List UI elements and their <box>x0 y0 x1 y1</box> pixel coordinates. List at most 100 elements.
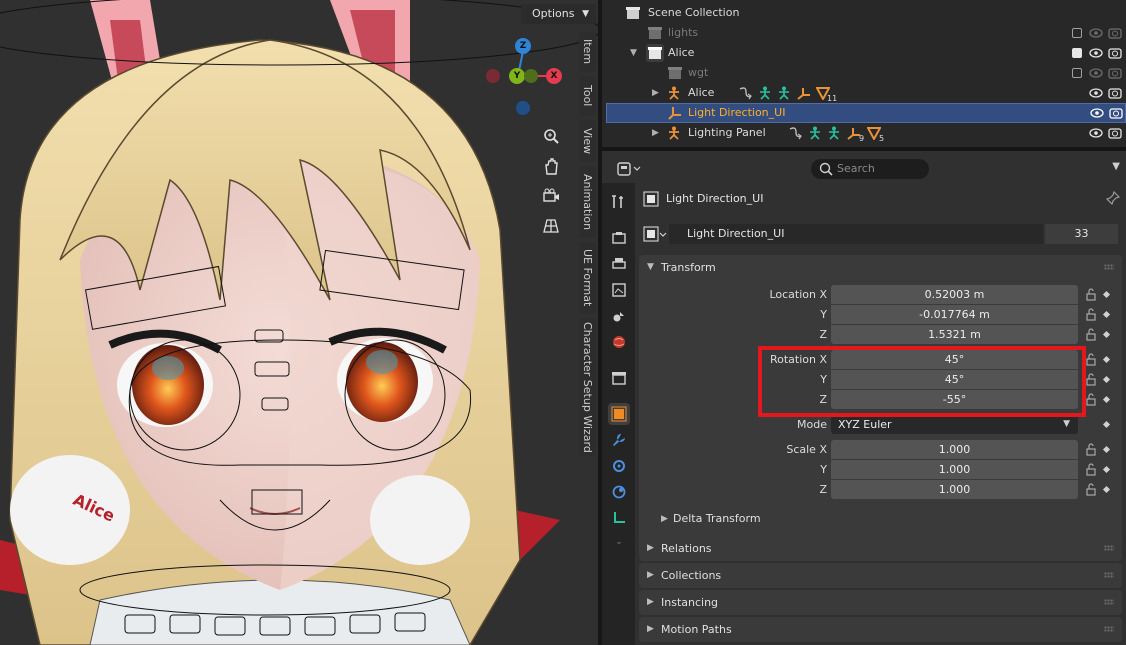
drag-grip-icon[interactable] <box>1104 264 1114 270</box>
gizmo-y-axis[interactable]: Y <box>509 68 525 84</box>
location-z-field[interactable]: 1.5321 m <box>831 325 1078 344</box>
scale-y-field[interactable]: 1.000 <box>831 460 1078 479</box>
properties-editor[interactable]: Search ▼ ⌄ Light Direction_UI Light Dire… <box>602 147 1126 645</box>
tab-item[interactable]: Item <box>579 32 596 72</box>
exclude-checkbox[interactable] <box>1072 48 1082 58</box>
tab-object[interactable] <box>608 403 630 425</box>
tab-animation[interactable]: Animation <box>579 166 596 238</box>
navigation-gizmo[interactable]: Z Y X <box>484 36 564 116</box>
zoom-icon[interactable] <box>539 124 563 148</box>
lock-icon[interactable] <box>1085 288 1097 301</box>
collections-panel-header[interactable]: ▶ Collections <box>639 563 1122 588</box>
lock-icon[interactable] <box>1085 328 1097 341</box>
gizmo-z-axis[interactable]: Z <box>515 38 531 54</box>
outliner-row-lights[interactable]: lights <box>602 23 1126 43</box>
drag-grip-icon[interactable] <box>1104 545 1114 551</box>
delta-transform-subpanel-header[interactable]: ▶ Delta Transform <box>639 508 1122 530</box>
lock-icon[interactable] <box>1085 393 1097 406</box>
exclude-checkbox[interactable] <box>1072 68 1082 78</box>
eye-icon[interactable] <box>1090 106 1104 120</box>
transform-panel-header[interactable]: ▼ Transform <box>639 255 1122 280</box>
outliner-row-alice-collection[interactable]: ▼ Alice <box>602 43 1126 63</box>
keyframe-diamond-icon[interactable] <box>1102 330 1111 339</box>
eye-icon[interactable] <box>1089 26 1103 40</box>
collections-panel[interactable]: ▶ Collections <box>639 563 1122 588</box>
location-y-field[interactable]: -0.017764 m <box>831 305 1078 324</box>
tab-tool-settings[interactable] <box>608 191 630 213</box>
datablock-name-field[interactable]: Light Direction_UI <box>669 224 1043 244</box>
tab-collection[interactable] <box>608 367 630 389</box>
outliner-row-scene-collection[interactable]: Scene Collection <box>602 3 1126 23</box>
datablock-users-count[interactable]: 33 <box>1045 224 1118 244</box>
rotation-y-field[interactable]: 45° <box>831 370 1078 389</box>
rotation-x-field[interactable]: 45° <box>831 350 1078 369</box>
tab-constraints[interactable] <box>608 507 630 529</box>
lock-icon[interactable] <box>1085 443 1097 456</box>
eye-icon[interactable] <box>1089 46 1103 60</box>
tab-ue-format[interactable]: UE Format <box>579 242 596 314</box>
eye-icon[interactable] <box>1089 86 1103 100</box>
scale-x-field[interactable]: 1.000 <box>831 440 1078 459</box>
drag-grip-icon[interactable] <box>1104 626 1114 632</box>
keyframe-diamond-icon[interactable] <box>1102 420 1111 429</box>
object-datablock-selector[interactable]: Light Direction_UI 33 <box>643 224 1118 244</box>
gizmo-neg-x-axis[interactable] <box>486 69 500 83</box>
outliner-row-wgt[interactable]: wgt <box>602 63 1126 83</box>
tab-character-setup-wizard[interactable]: Character Setup Wizard <box>579 318 596 456</box>
lock-icon[interactable] <box>1085 463 1097 476</box>
exclude-checkbox[interactable] <box>1072 28 1082 38</box>
chevron-down-icon[interactable]: ▼ <box>630 43 637 63</box>
object-square-icon[interactable] <box>643 225 667 245</box>
tab-modifiers[interactable] <box>608 429 630 451</box>
tab-render[interactable] <box>608 227 630 249</box>
outliner-row-light-direction-ui[interactable]: Light Direction_UI <box>606 103 1126 123</box>
search-input[interactable]: Search <box>811 159 929 179</box>
hand-pan-icon[interactable] <box>539 154 563 178</box>
tab-physics[interactable] <box>608 481 630 503</box>
keyframe-diamond-icon[interactable] <box>1102 310 1111 319</box>
gizmo-x-axis[interactable]: X <box>546 68 562 84</box>
camera-render-icon[interactable] <box>1109 106 1123 120</box>
grid-perspective-icon[interactable] <box>539 214 563 238</box>
keyframe-diamond-icon[interactable] <box>1102 485 1111 494</box>
camera-render-icon[interactable] <box>1108 126 1122 140</box>
camera-icon[interactable] <box>539 184 563 208</box>
pin-icon[interactable] <box>1106 191 1120 205</box>
lock-icon[interactable] <box>1085 373 1097 386</box>
chevron-right-icon[interactable]: ▶ <box>652 123 659 143</box>
keyframe-diamond-icon[interactable] <box>1102 290 1111 299</box>
rotation-mode-dropdown[interactable]: XYZ Euler ▼ <box>831 415 1078 434</box>
relations-panel-header[interactable]: ▶ Relations <box>639 536 1122 561</box>
gizmo-neg-z-axis[interactable] <box>516 101 530 115</box>
eye-icon[interactable] <box>1089 66 1103 80</box>
outliner[interactable]: Scene Collection lights ▼ Alice wgt ▶ Al… <box>602 0 1126 147</box>
tab-output[interactable] <box>608 253 630 275</box>
drag-grip-icon[interactable] <box>1104 572 1114 578</box>
tab-view[interactable]: View <box>579 120 596 162</box>
eye-icon[interactable] <box>1089 126 1103 140</box>
outliner-row-lighting-panel[interactable]: ▶ Lighting Panel 9 5 <box>602 123 1126 143</box>
tab-tool[interactable]: Tool <box>579 76 596 116</box>
options-dropdown[interactable]: Options ▼ <box>521 4 596 24</box>
location-x-field[interactable]: 0.52003 m <box>831 285 1078 304</box>
tab-particles[interactable] <box>608 455 630 477</box>
tab-world[interactable] <box>608 331 630 353</box>
keyframe-diamond-icon[interactable] <box>1102 465 1111 474</box>
editor-type-selector[interactable] <box>616 161 642 179</box>
tab-more[interactable]: ⌄ <box>608 535 630 549</box>
keyframe-diamond-icon[interactable] <box>1102 355 1111 364</box>
relations-panel[interactable]: ▶ Relations <box>639 536 1122 561</box>
motion-paths-panel-header[interactable]: ▶ Motion Paths <box>639 617 1122 642</box>
lock-icon[interactable] <box>1085 353 1097 366</box>
camera-render-icon[interactable] <box>1108 86 1122 100</box>
3d-viewport[interactable]: Alice Options ▼ Z Y X Item Tool View Ani… <box>0 0 598 645</box>
scale-z-field[interactable]: 1.000 <box>831 480 1078 499</box>
tab-view-layer[interactable] <box>608 279 630 301</box>
rotation-z-field[interactable]: -55° <box>831 390 1078 409</box>
camera-render-icon[interactable] <box>1108 26 1122 40</box>
camera-render-icon[interactable] <box>1108 66 1122 80</box>
instancing-panel-header[interactable]: ▶ Instancing <box>639 590 1122 615</box>
instancing-panel[interactable]: ▶ Instancing <box>639 590 1122 615</box>
lock-icon[interactable] <box>1085 308 1097 321</box>
drag-grip-icon[interactable] <box>1104 599 1114 605</box>
